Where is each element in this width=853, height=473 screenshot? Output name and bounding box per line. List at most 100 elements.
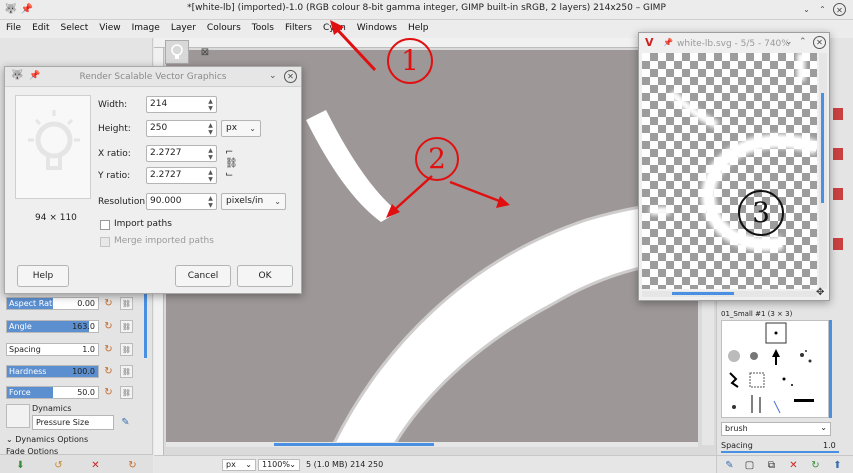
reset-aspect-icon[interactable]: ↻ [102, 297, 115, 310]
reset-spacing-icon[interactable]: ↻ [102, 343, 115, 356]
x-ratio-label: X ratio: [98, 149, 131, 159]
brush-grid-scrollbar[interactable] [829, 320, 832, 418]
dialog-close-icon[interactable]: ✕ [284, 70, 297, 83]
dynamics-preview[interactable] [6, 404, 30, 428]
resolution-spin-icon[interactable]: ▲ ▼ [207, 195, 214, 209]
y-ratio-value: 2.2727 [150, 170, 182, 180]
help-button[interactable]: Help [17, 265, 69, 287]
brush-filter-field[interactable]: brush ⌄ [721, 422, 831, 436]
spacing-slider[interactable]: Spacing 1.0 [6, 343, 99, 356]
layer-swatch-red-3[interactable] [833, 188, 843, 200]
dynamics-field[interactable]: Pressure Size [32, 415, 114, 430]
svg-vertical-scrollbar[interactable] [819, 53, 827, 289]
menu-tools[interactable]: Tools [246, 20, 279, 38]
unit-select[interactable]: px ⌄ [222, 459, 256, 471]
dialog-minimize-icon[interactable]: ⌄ [269, 71, 277, 81]
dock-scrollbar[interactable] [144, 288, 147, 358]
zoom-select[interactable]: 1100% ⌄ [258, 459, 300, 471]
link-spacing-icon[interactable]: ⛓ [120, 343, 133, 356]
menu-file[interactable]: File [0, 20, 26, 38]
menu-image[interactable]: Image [126, 20, 165, 38]
new-brush-icon[interactable]: ▢ [743, 459, 756, 472]
merge-paths-checkbox[interactable] [100, 237, 110, 247]
svg-close-icon[interactable]: ✕ [813, 36, 826, 49]
restore-options-icon[interactable]: ↺ [52, 459, 65, 472]
reset-force-icon[interactable]: ↻ [102, 386, 115, 399]
navigate-icon[interactable]: ✥ [816, 287, 824, 298]
zoom-value: 1100% [262, 460, 290, 469]
resolution-unit-select[interactable]: pixels/in ⌄ [221, 193, 286, 210]
layer-thumbnail[interactable] [165, 40, 189, 64]
edit-dynamics-icon[interactable]: ✎ [119, 416, 132, 429]
menu-windows[interactable]: Windows [351, 20, 402, 38]
width-spin-icon[interactable]: ▲ ▼ [207, 98, 214, 112]
minimize-icon[interactable]: ⌄ [800, 3, 813, 16]
width-field[interactable]: 214 ▲ ▼ [146, 96, 217, 113]
import-paths-checkbox[interactable] [100, 220, 110, 230]
reset-hardness-icon[interactable]: ↻ [102, 365, 115, 378]
menu-colours[interactable]: Colours [201, 20, 246, 38]
maximize-icon[interactable]: ⌃ [816, 3, 829, 16]
svg-pin-icon[interactable]: 📌 [663, 38, 673, 47]
save-options-icon[interactable]: ⬇ [14, 459, 27, 472]
y-ratio-field[interactable]: 2.2727 ▲ ▼ [146, 167, 217, 184]
size-unit-select[interactable]: px ⌄ [221, 120, 261, 137]
open-brush-icon[interactable]: ⬆ [831, 459, 844, 472]
layer-swatch-red[interactable] [833, 108, 843, 120]
force-slider[interactable]: Force 50.0 [6, 386, 99, 399]
link-aspect-icon[interactable]: ⛓ [120, 297, 133, 310]
import-paths-label: Import paths [114, 219, 172, 229]
brush-grid[interactable] [721, 320, 829, 418]
layer-swatch-red-4[interactable] [833, 238, 843, 250]
reset-angle-icon[interactable]: ↻ [102, 320, 115, 333]
zoom-arrow-icon: ⌄ [289, 460, 296, 469]
edit-brush-icon[interactable]: ✎ [723, 459, 736, 472]
aspect-ratio-slider[interactable]: Aspect Ratio 0.00 [6, 297, 99, 310]
dynamics-options-expander[interactable]: ⌄ Dynamics Options [6, 435, 88, 444]
horizontal-scroll-thumb[interactable] [274, 443, 434, 446]
angle-slider[interactable]: Angle 163.0 [6, 320, 99, 333]
layer-swatch-red-2[interactable] [833, 148, 843, 160]
spacing-label: Spacing [9, 345, 41, 354]
menu-help[interactable]: Help [402, 20, 434, 38]
menu-layer[interactable]: Layer [165, 20, 201, 38]
link-angle-icon[interactable]: ⛓ [120, 320, 133, 333]
chain-link-icon[interactable]: ⌐ ⛓ ⌙ [225, 147, 238, 180]
resolution-field[interactable]: 90.000 ▲ ▼ [146, 193, 217, 210]
canvas-horizontal-scrollbar[interactable] [166, 442, 698, 447]
y-ratio-spin-icon[interactable]: ▲ ▼ [207, 169, 214, 183]
delete-brush-icon[interactable]: ✕ [787, 459, 800, 472]
ok-button[interactable]: OK [237, 265, 293, 287]
height-spin-icon[interactable]: ▲ ▼ [207, 122, 214, 136]
x-ratio-field[interactable]: 2.2727 ▲ ▼ [146, 145, 217, 162]
menu-edit[interactable]: Edit [26, 20, 54, 38]
duplicate-brush-icon[interactable]: ⧉ [765, 459, 778, 472]
size-unit-arrow-icon: ⌄ [249, 124, 256, 133]
delete-options-icon[interactable]: ✕ [89, 459, 102, 472]
menu-select[interactable]: Select [55, 20, 94, 38]
menu-view[interactable]: View [93, 20, 125, 38]
cancel-button[interactable]: Cancel [175, 265, 231, 287]
horizontal-ruler[interactable] [154, 38, 716, 48]
menu-cyan[interactable]: Cyan [317, 20, 351, 38]
refresh-brush-icon[interactable]: ↻ [809, 459, 822, 472]
transparent-canvas[interactable] [642, 53, 817, 289]
svg-maximize-icon[interactable]: ⌃ [799, 37, 807, 47]
svg-minimize-icon[interactable]: ⌄ [785, 37, 793, 47]
image-info: 5 (1.0 MB) 214 250 [306, 460, 384, 469]
hardness-slider[interactable]: Hardness 100.0 [6, 365, 99, 378]
resolution-value: 90.000 [150, 196, 182, 206]
menu-filters[interactable]: Filters [279, 20, 317, 38]
height-field[interactable]: 250 ▲ ▼ [146, 120, 217, 137]
brush-spacing-slider[interactable] [721, 451, 839, 453]
reset-options-icon[interactable]: ↻ [126, 459, 139, 472]
link-force-icon[interactable]: ⛓ [120, 386, 133, 399]
mask-icon[interactable]: ⊠ [198, 46, 212, 60]
x-ratio-spin-icon[interactable]: ▲ ▼ [207, 147, 214, 161]
brush-filter-value: brush [725, 424, 748, 433]
link-hardness-icon[interactable]: ⛓ [120, 365, 133, 378]
close-icon[interactable]: ✕ [833, 3, 846, 16]
svg-hscroll-thumb[interactable] [672, 292, 734, 295]
svg-horizontal-scrollbar[interactable] [642, 291, 817, 297]
svg-vscroll-thumb[interactable] [821, 93, 824, 203]
